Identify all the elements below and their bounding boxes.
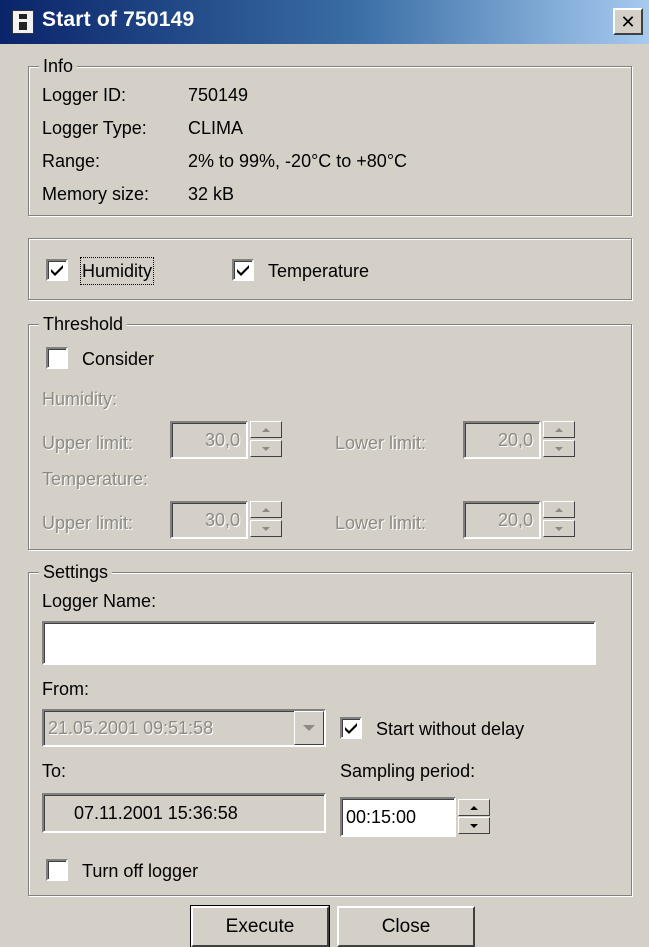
humidity-checkbox[interactable]	[46, 259, 68, 281]
start-without-delay-label[interactable]: Start without delay	[376, 717, 524, 741]
memory-size-label: Memory size:	[42, 184, 150, 204]
close-window-button[interactable]: ✕	[613, 8, 643, 35]
range-value: 2% to 99%, -20°C to +80°C	[188, 151, 408, 171]
execute-button[interactable]: Execute	[190, 905, 330, 947]
logger-id-label: Logger ID:	[42, 85, 127, 105]
window-title: Start of 750149	[42, 8, 195, 31]
humidity-threshold-heading: Humidity:	[42, 389, 118, 409]
temperature-lower-label: Lower limit:	[335, 513, 427, 533]
turn-off-logger-checkbox[interactable]	[46, 859, 68, 881]
threshold-group: Threshold Consider Humidity: Upper limit…	[28, 312, 632, 550]
memory-size-value: 32 kB	[188, 184, 235, 204]
app-icon[interactable]	[12, 10, 34, 34]
spin-down-button[interactable]	[250, 520, 282, 537]
sampling-period-label: Sampling period:	[340, 761, 476, 781]
from-dropdown-button[interactable]	[294, 711, 324, 745]
to-label: To:	[42, 761, 67, 781]
humidity-lower-spinner[interactable]	[543, 421, 575, 459]
channels-group: Humidity Temperature	[28, 238, 632, 300]
temperature-lower-spinner[interactable]	[543, 501, 575, 539]
checkmark-icon	[345, 723, 357, 734]
sampling-period-spinner[interactable]	[458, 797, 490, 837]
logger-id-value: 750149	[188, 85, 249, 105]
temperature-upper-field[interactable]: 30,0	[170, 501, 248, 539]
range-label: Range:	[42, 151, 101, 171]
threshold-legend: Threshold	[39, 312, 128, 336]
from-label: From:	[42, 679, 89, 699]
temperature-threshold-heading: Temperature:	[42, 469, 149, 489]
checkmark-icon	[237, 265, 249, 276]
humidity-upper-field[interactable]: 30,0	[170, 421, 248, 459]
temperature-checkbox-label[interactable]: Temperature	[268, 259, 369, 283]
turn-off-logger-label[interactable]: Turn off logger	[82, 859, 198, 883]
checkmark-icon	[51, 265, 63, 276]
spin-up-button[interactable]	[543, 501, 575, 518]
close-button[interactable]: Close	[337, 906, 475, 947]
temperature-lower-field[interactable]: 20,0	[463, 501, 541, 539]
start-without-delay-checkbox[interactable]	[340, 717, 362, 739]
settings-legend: Settings	[39, 560, 113, 584]
spin-down-button[interactable]	[543, 520, 575, 537]
to-date-field: 07.11.2001 15:36:58	[42, 793, 326, 833]
humidity-lower-field[interactable]: 20,0	[463, 421, 541, 459]
consider-checkbox-label[interactable]: Consider	[82, 347, 154, 371]
logger-type-value: CLIMA	[188, 118, 244, 138]
info-legend: Info	[39, 54, 78, 78]
humidity-upper-spinner[interactable]	[250, 421, 282, 459]
logger-name-input[interactable]	[42, 621, 596, 665]
consider-checkbox[interactable]	[46, 347, 68, 369]
close-icon: ✕	[620, 11, 636, 32]
humidity-checkbox-label[interactable]: Humidity	[79, 257, 155, 285]
title-bar[interactable]: Start of 750149 ✕	[0, 0, 649, 44]
temperature-upper-label: Upper limit:	[42, 513, 134, 533]
spin-down-button[interactable]	[250, 440, 282, 457]
temperature-checkbox[interactable]	[232, 259, 254, 281]
logger-type-label: Logger Type:	[42, 118, 147, 138]
spin-up-button[interactable]	[250, 421, 282, 438]
temperature-upper-spinner[interactable]	[250, 501, 282, 539]
info-group: Info Logger ID: 750149 Logger Type: CLIM…	[28, 54, 632, 216]
spin-down-button[interactable]	[458, 817, 490, 834]
settings-group: Settings Logger Name: From: 21.05.2001 0…	[28, 560, 632, 896]
chevron-down-icon	[303, 725, 315, 731]
humidity-upper-label: Upper limit:	[42, 433, 134, 453]
spin-up-button[interactable]	[458, 799, 490, 816]
sampling-period-input[interactable]: 00:15:00	[340, 797, 456, 837]
spin-up-button[interactable]	[250, 501, 282, 518]
humidity-lower-label: Lower limit:	[335, 433, 427, 453]
logger-name-label: Logger Name:	[42, 591, 157, 611]
spin-up-button[interactable]	[543, 421, 575, 438]
spin-down-button[interactable]	[543, 440, 575, 457]
from-date-combobox[interactable]: 21.05.2001 09:51:58	[42, 709, 326, 747]
